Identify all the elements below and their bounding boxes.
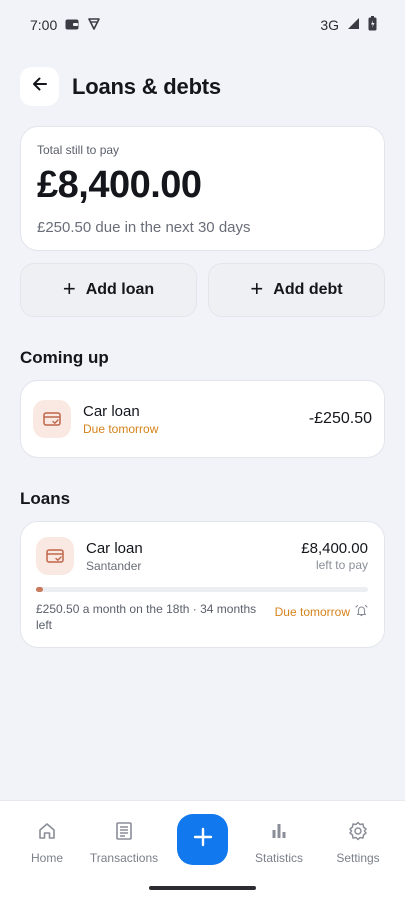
summary-due-text: £250.50 due in the next 30 days xyxy=(37,219,251,236)
summary-card: Total still to pay £8,400.00 £250.50 due… xyxy=(20,126,385,251)
bar-chart-icon xyxy=(269,821,289,851)
nav-statistics[interactable]: Statistics xyxy=(239,821,319,865)
nav-home-label: Home xyxy=(30,851,63,865)
nav-settings-label: Settings xyxy=(336,851,380,865)
add-loan-button[interactable]: + Add loan xyxy=(20,263,197,317)
upcoming-status: Due tomorrow xyxy=(83,421,159,436)
nav-statistics-label: Statistics xyxy=(254,851,303,865)
loan-schedule: £250.50 a month on the 18th · 34 months … xyxy=(36,602,257,632)
vpn-shield-icon xyxy=(87,17,101,34)
add-debt-label: Add debt xyxy=(273,281,343,298)
plus-icon: + xyxy=(250,276,264,301)
nav-settings[interactable]: Settings xyxy=(318,821,398,865)
add-debt-button[interactable]: + Add debt xyxy=(208,263,385,317)
wallet-icon xyxy=(65,17,79,33)
bottom-nav: Home Transactions Statistics Settings xyxy=(0,800,405,900)
status-bar: 7:00 3G xyxy=(0,0,405,50)
card-check-icon xyxy=(33,400,71,438)
header: Loans & debts xyxy=(20,67,221,106)
coming-up-heading: Coming up xyxy=(20,348,109,367)
upcoming-amount: -£250.50 xyxy=(308,410,372,427)
back-button[interactable] xyxy=(20,67,59,106)
receipt-icon xyxy=(114,821,134,851)
battery-icon xyxy=(368,16,377,34)
status-time: 7:00 xyxy=(30,17,58,33)
nav-transactions-label: Transactions xyxy=(89,851,159,865)
plus-icon: + xyxy=(62,276,76,301)
loan-text: Car loan Santander xyxy=(86,540,301,573)
loan-row: Car loan Santander £8,400.00 left to pay xyxy=(36,537,368,575)
loan-amount-caption: left to pay xyxy=(315,558,368,572)
summary-label: Total still to pay xyxy=(37,143,120,157)
nav-transactions[interactable]: Transactions xyxy=(84,821,164,865)
loan-lender: Santander xyxy=(86,558,142,573)
upcoming-item[interactable]: Car loan Due tomorrow -£250.50 xyxy=(20,380,385,458)
plus-icon xyxy=(193,827,213,852)
card-check-icon xyxy=(36,537,74,575)
upcoming-text: Car loan Due tomorrow xyxy=(83,403,309,436)
loans-heading: Loans xyxy=(20,489,71,508)
loan-amount-block: £8,400.00 left to pay xyxy=(301,540,368,572)
arrow-left-icon xyxy=(31,75,49,98)
upcoming-name: Car loan xyxy=(83,402,140,420)
home-icon xyxy=(37,821,57,851)
page-title: Loans & debts xyxy=(72,73,221,99)
status-left: 7:00 xyxy=(30,17,101,34)
signal-icon xyxy=(347,17,360,33)
loan-footer: £250.50 a month on the 18th · 34 months … xyxy=(36,601,368,633)
loan-due: Due tomorrow xyxy=(275,604,368,620)
alarm-bell-icon xyxy=(355,604,368,620)
gear-icon xyxy=(348,821,368,851)
loan-card[interactable]: Car loan Santander £8,400.00 left to pay… xyxy=(20,521,385,648)
summary-amount: £8,400.00 xyxy=(37,164,202,206)
home-indicator[interactable] xyxy=(149,886,256,890)
status-right: 3G xyxy=(320,16,377,34)
loan-due-label: Due tomorrow xyxy=(274,605,350,619)
add-loan-label: Add loan xyxy=(85,281,155,298)
loan-progress-fill xyxy=(36,587,43,592)
network-type: 3G xyxy=(320,17,339,33)
loan-progress-bar xyxy=(36,587,368,592)
loan-amount: £8,400.00 xyxy=(301,540,368,557)
loan-name: Car loan xyxy=(86,539,143,557)
add-fab-button[interactable] xyxy=(177,814,228,865)
nav-home[interactable]: Home xyxy=(7,821,87,865)
